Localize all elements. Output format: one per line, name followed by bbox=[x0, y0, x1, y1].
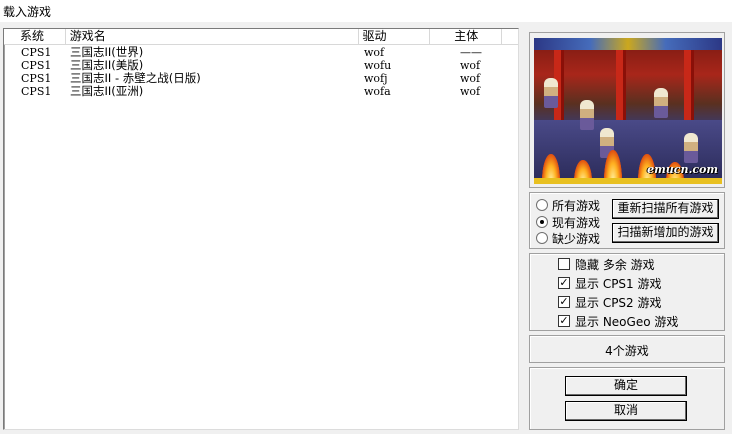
checkbox-checked[interactable]: ✓ bbox=[558, 315, 570, 327]
table-row[interactable]: CPS1 三国志II - 赤壁之战(日版) wofj wof bbox=[4, 72, 518, 85]
preview-bottom-bar bbox=[534, 178, 722, 184]
cell-system: CPS1 bbox=[21, 72, 52, 85]
radio-missing-games[interactable]: 缺少游戏 bbox=[536, 230, 600, 246]
display-options-group: 隐藏 多余 游戏 ✓ 显示 CPS1 游戏 ✓ 显示 CPS2 游戏 ✓ 显示 … bbox=[529, 253, 725, 331]
column-header-system[interactable]: 系统 bbox=[4, 29, 66, 45]
column-header-parent[interactable]: 主体 bbox=[430, 29, 502, 45]
radio-label: 所有游戏 bbox=[552, 198, 601, 213]
cell-game-name: 三国志II - 赤壁之战(日版) bbox=[70, 72, 201, 85]
cancel-button[interactable]: 取消 bbox=[565, 401, 687, 421]
table-row[interactable]: CPS1 三国志II(亚洲) wofa wof bbox=[4, 85, 518, 98]
rescan-all-button[interactable]: 重新扫描所有游戏 bbox=[612, 199, 719, 219]
ok-button[interactable]: 确定 bbox=[565, 376, 687, 396]
checkbox-label: 显示 CPS2 游戏 bbox=[575, 295, 662, 310]
preview-watermark: emucn.com bbox=[647, 163, 718, 176]
cell-system: CPS1 bbox=[21, 85, 52, 98]
game-count-label: 4个游戏 bbox=[605, 344, 649, 358]
preview-hud bbox=[534, 38, 722, 50]
cell-game-name: 三国志II(美版) bbox=[70, 59, 144, 72]
checkbox-show-cps1[interactable]: ✓ 显示 CPS1 游戏 bbox=[558, 275, 662, 291]
preview-pillar bbox=[684, 50, 694, 120]
cell-game-name: 三国志II(亚洲) bbox=[70, 85, 144, 98]
column-header-game-name[interactable]: 游戏名 bbox=[66, 29, 359, 45]
checkbox-label: 显示 NeoGeo 游戏 bbox=[575, 314, 679, 329]
cell-driver: wofu bbox=[364, 59, 392, 72]
cell-driver: wofa bbox=[364, 85, 391, 98]
table-row[interactable]: CPS1 三国志II(世界) wof —— bbox=[4, 46, 518, 59]
column-header-filler bbox=[502, 29, 518, 45]
game-list[interactable]: 系统 游戏名 驱动 主体 CPS1 三国志II(世界) wof —— CPS1 … bbox=[3, 28, 519, 430]
list-header: 系统 游戏名 驱动 主体 bbox=[4, 29, 518, 45]
preview-pillar bbox=[616, 50, 626, 120]
radio-button[interactable] bbox=[536, 199, 548, 211]
window-title: 载入游戏 bbox=[0, 0, 732, 22]
cell-system: CPS1 bbox=[21, 46, 52, 59]
list-rows: CPS1 三国志II(世界) wof —— CPS1 三国志II(美版) wof… bbox=[4, 46, 518, 98]
radio-label: 缺少游戏 bbox=[552, 231, 601, 246]
scan-new-button[interactable]: 扫描新增加的游戏 bbox=[612, 223, 719, 243]
preview-figure bbox=[544, 78, 558, 108]
radio-button-selected[interactable] bbox=[536, 216, 548, 228]
checkbox-show-neogeo[interactable]: ✓ 显示 NeoGeo 游戏 bbox=[558, 313, 678, 329]
column-header-driver[interactable]: 驱动 bbox=[359, 29, 431, 45]
cell-driver: wofj bbox=[364, 72, 388, 85]
cell-parent: wof bbox=[460, 59, 481, 72]
checkbox-show-cps2[interactable]: ✓ 显示 CPS2 游戏 bbox=[558, 294, 662, 310]
radio-existing-games[interactable]: 现有游戏 bbox=[536, 214, 600, 230]
game-screenshot-preview: emucn.com bbox=[534, 38, 722, 184]
cell-driver: wof bbox=[364, 46, 385, 59]
checkbox-label: 显示 CPS1 游戏 bbox=[575, 276, 662, 291]
dialog-buttons-group: 确定 取消 bbox=[529, 367, 725, 430]
cell-game-name: 三国志II(世界) bbox=[70, 46, 144, 59]
preview-figure bbox=[654, 88, 668, 118]
table-row[interactable]: CPS1 三国志II(美版) wofu wof bbox=[4, 59, 518, 72]
cell-parent: wof bbox=[460, 72, 481, 85]
cell-parent: wof bbox=[460, 85, 481, 98]
radio-button[interactable] bbox=[536, 232, 548, 244]
preview-frame: emucn.com bbox=[529, 32, 725, 188]
cell-parent: —— bbox=[460, 46, 482, 59]
checkbox[interactable] bbox=[558, 258, 570, 270]
radio-label: 现有游戏 bbox=[552, 215, 601, 230]
preview-figure bbox=[580, 100, 594, 130]
preview-figure bbox=[684, 133, 698, 163]
radio-all-games[interactable]: 所有游戏 bbox=[536, 197, 600, 213]
checkbox-checked[interactable]: ✓ bbox=[558, 296, 570, 308]
checkbox-checked[interactable]: ✓ bbox=[558, 277, 570, 289]
cell-system: CPS1 bbox=[21, 59, 52, 72]
game-count-group: 4个游戏 bbox=[529, 335, 725, 363]
checkbox-label: 隐藏 多余 游戏 bbox=[575, 257, 655, 272]
filter-group: 所有游戏 现有游戏 缺少游戏 重新扫描所有游戏 扫描新增加的游戏 bbox=[529, 192, 725, 249]
checkbox-hide-redundant[interactable]: 隐藏 多余 游戏 bbox=[558, 256, 655, 272]
